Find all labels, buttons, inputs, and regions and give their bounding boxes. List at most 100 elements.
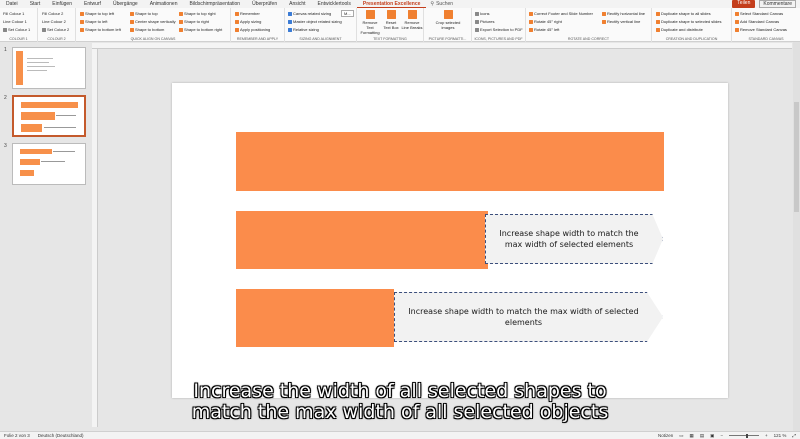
rotate-right-label: Rotate 45° right — [534, 19, 562, 24]
export-pdf-button[interactable]: Export Selection to PDF — [475, 27, 523, 32]
correct-footer-button[interactable]: Correct Footer and Slide Number — [529, 11, 593, 16]
shape-to-bottom-button[interactable]: Shape to bottom — [130, 27, 164, 32]
vertical-scrollbar[interactable] — [793, 42, 800, 431]
remove-standard-canvas-button[interactable]: Remove Standard Canvas — [735, 27, 787, 32]
medium-orange-rectangle[interactable] — [236, 211, 488, 269]
set-colour-1-button[interactable]: Set Colour 1 — [3, 27, 30, 32]
line-colour-2-button[interactable]: Line Colour 2 — [42, 19, 66, 24]
rectify-vertical-button[interactable]: Rectify vertical line — [602, 19, 640, 24]
group-text-formatting: Remove Text Formatting Reset Text Box Re… — [357, 8, 424, 42]
apply-positioning-button[interactable]: Apply positioning — [235, 27, 270, 32]
tab-animationen[interactable]: Animationen — [144, 1, 184, 7]
tab-entwicklertools[interactable]: Entwicklertools — [312, 1, 357, 7]
remove-text-formatting-button[interactable]: Remove Text Formatting — [360, 10, 380, 35]
select-standard-canvas-button[interactable]: Select Standard Canvas — [735, 11, 783, 16]
tab-start[interactable]: Start — [24, 1, 47, 7]
add-standard-canvas-button[interactable]: Add Standard Canvas — [735, 19, 779, 24]
relative-sizing-label: Relative sizing — [293, 27, 319, 32]
tab-bildschirmpraesentation[interactable]: Bildschirmpräsentation — [184, 1, 247, 7]
duplicate-distribute-button[interactable]: Duplicate and distribute — [656, 27, 703, 32]
comments-button[interactable]: Kommentare — [759, 0, 796, 8]
crop-selected-images-label: Crop selected images — [435, 20, 461, 30]
shape-to-left-button[interactable]: Shape to left — [80, 19, 107, 24]
tab-entwurf[interactable]: Entwurf — [78, 1, 107, 7]
video-caption: Increase the width of all selected shape… — [0, 381, 800, 423]
remember-button[interactable]: Remember — [235, 11, 260, 16]
tab-einfuegen[interactable]: Einfügen — [46, 1, 78, 7]
group-picture-formatting: Crop selected images PICTURE FORMATTI... — [424, 8, 472, 42]
export-pdf-label: Export Selection to PDF — [480, 27, 523, 32]
slide-sorter-icon[interactable]: ▦ — [690, 433, 694, 439]
shape-to-top-left-button[interactable]: Shape to top left — [80, 11, 114, 16]
callout-arrow-1[interactable]: Increase shape width to match the max wi… — [485, 214, 663, 264]
pictures-icon — [475, 19, 479, 24]
group-label-standard-canvas: STANDARD CANVAS — [748, 37, 784, 41]
group-sizing: Canvas related sizing Master object rela… — [285, 8, 357, 42]
reading-view-icon[interactable]: ▤ — [700, 433, 704, 439]
slide-preview — [12, 143, 86, 185]
thumb-text-line — [27, 58, 53, 59]
duplicate-selected-slides-button[interactable]: Duplicate shape to selected slides — [656, 19, 721, 24]
shape-to-bottom-left-button[interactable]: Shape to bottom left — [80, 27, 121, 32]
zoom-out-icon[interactable]: − — [720, 433, 723, 438]
slide-canvas[interactable]: Increase shape width to match the max wi… — [172, 83, 728, 398]
callout-arrow-2[interactable]: Increase shape width to match the max wi… — [394, 292, 663, 342]
duplicate-all-slides-button[interactable]: Duplicate shape to all slides — [656, 11, 711, 16]
apply-positioning-icon — [235, 27, 239, 32]
shape-to-top-right-button[interactable]: Shape to top right — [179, 11, 216, 16]
zoom-in-icon[interactable]: + — [765, 433, 768, 438]
shape-to-top-button[interactable]: Shape to top — [130, 11, 158, 16]
language-indicator[interactable]: Deutsch (Deutschland) — [38, 433, 84, 438]
reset-text-box-button[interactable]: Reset Text Box — [382, 10, 400, 30]
remove-line-breaks-button[interactable]: Remove Line Breaks — [401, 10, 423, 30]
shape-to-right-button[interactable]: Shape to right — [179, 19, 209, 24]
tab-uebergaenge[interactable]: Übergänge — [107, 1, 144, 7]
shape-to-bottom-right-button[interactable]: Shape to bottom right — [179, 27, 222, 32]
icons-button[interactable]: Icons — [475, 11, 490, 16]
fill-colour-1-button[interactable]: Fill Colour 1 — [3, 11, 24, 16]
pictures-button[interactable]: Pictures — [475, 19, 494, 24]
center-shape-vertically-button[interactable]: Center shape vertically — [130, 19, 176, 24]
relative-sizing-icon — [288, 27, 292, 32]
apply-sizing-button[interactable]: Apply sizing — [235, 19, 261, 24]
canvas-related-sizing-button[interactable]: Canvas related sizing — [288, 11, 331, 16]
tab-ansicht[interactable]: Ansicht — [283, 1, 311, 7]
zoom-level[interactable]: 121 % — [774, 433, 787, 438]
group-creation-duplication: Duplicate shape to all slides Duplicate … — [652, 8, 732, 42]
master-sizing-icon — [288, 19, 292, 24]
fill-colour-2-button[interactable]: Fill Colour 2 — [42, 11, 63, 16]
align-right-icon — [179, 19, 183, 24]
set-colour-2-button[interactable]: Set Colour 2 — [42, 27, 69, 32]
master-object-sizing-button[interactable]: Master object related sizing — [288, 19, 342, 24]
thumb-callout — [44, 127, 76, 128]
tab-datei[interactable]: Datei — [0, 1, 24, 7]
thumb-callout — [53, 151, 75, 152]
normal-view-icon[interactable]: ▭ — [679, 433, 683, 439]
line-colour-2-label: Line Colour 2 — [42, 19, 66, 24]
zoom-slider[interactable] — [728, 433, 759, 438]
slide-number: 1 — [4, 47, 7, 53]
tab-ueberpruefen[interactable]: Überprüfen — [246, 1, 283, 7]
slideshow-icon[interactable]: ▣ — [710, 433, 714, 439]
search-box[interactable]: ⚲ Suchen — [430, 1, 453, 7]
rotate-right-button[interactable]: Rotate 45° right — [529, 19, 562, 24]
sizing-mode-dropdown[interactable]: M... — [341, 10, 354, 17]
tab-presentation-excellence[interactable]: Presentation Excellence — [356, 1, 427, 8]
wide-orange-rectangle[interactable] — [236, 132, 664, 191]
rectify-horizontal-button[interactable]: Rectify horizontal line — [602, 11, 645, 16]
add-canvas-icon — [735, 19, 739, 24]
fit-to-window-icon[interactable]: ⤢ — [792, 433, 796, 438]
group-colour-2: Fill Colour 2 Line Colour 2 Set Colour 2… — [38, 8, 76, 42]
group-rotate-correct: Correct Footer and Slide Number Rotate 4… — [526, 8, 652, 42]
line-colour-1-button[interactable]: Line Colour 1 — [3, 19, 27, 24]
horizontal-line-icon — [602, 11, 606, 16]
rotate-left-button[interactable]: Rotate 45° left — [529, 27, 559, 32]
notes-button[interactable]: Notizen — [658, 433, 673, 438]
crop-selected-images-button[interactable]: Crop selected images — [430, 10, 466, 30]
share-button[interactable]: Teilen — [732, 0, 756, 8]
scrollbar-thumb[interactable] — [794, 102, 799, 212]
align-bottom-icon — [130, 27, 134, 32]
relative-sizing-button[interactable]: Relative sizing — [288, 27, 319, 32]
short-orange-rectangle[interactable] — [236, 289, 394, 347]
group-label-icons: ICONS, PICTURES AND PDF — [474, 37, 523, 41]
